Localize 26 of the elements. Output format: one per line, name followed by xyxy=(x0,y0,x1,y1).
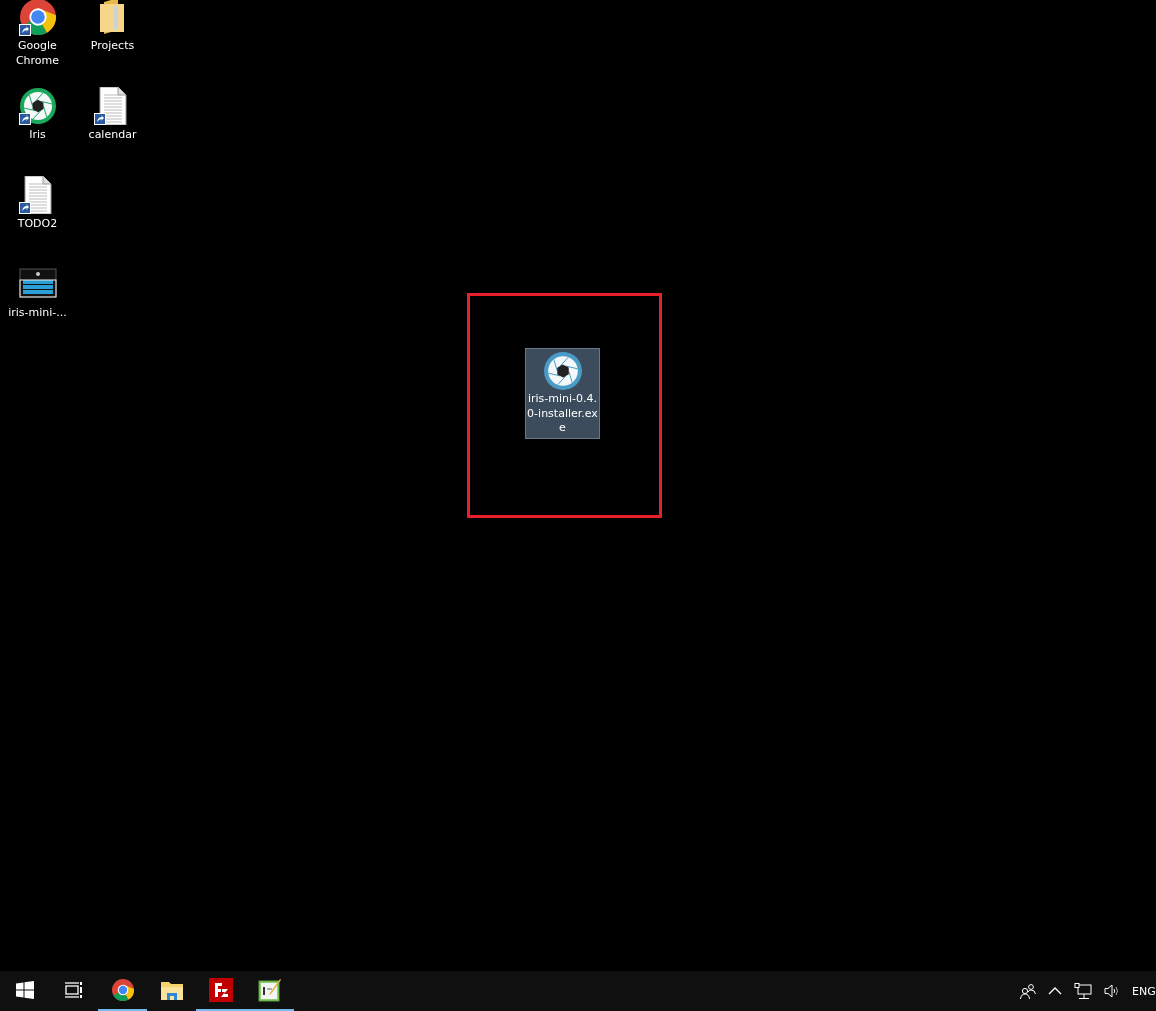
folder-icon xyxy=(159,979,184,1001)
icon-label: calendar xyxy=(87,127,138,142)
desktop-icon[interactable]: iris-mini-0.4.0-installer.exe xyxy=(525,348,600,439)
icon-label: Iris xyxy=(28,127,47,142)
icon-label: Projects xyxy=(89,38,136,53)
browser-logo-icon xyxy=(110,978,135,1002)
icon-label: Google Chrome xyxy=(14,38,61,68)
filezilla-logo-icon xyxy=(208,978,233,1002)
desktop-icon[interactable]: Google Chrome xyxy=(0,0,75,81)
volume-icon[interactable] xyxy=(1104,984,1120,998)
icon-label: iris-mini-... xyxy=(7,305,68,320)
icon-label: TODO2 xyxy=(16,216,59,231)
notepad-icon xyxy=(257,978,282,1002)
icon-label: iris-mini-0.4.0-installer.exe xyxy=(526,392,599,436)
desktop-icon[interactable]: calendar xyxy=(75,81,150,170)
task-view-icon xyxy=(64,982,83,998)
start-icon xyxy=(15,981,34,999)
desktop-icon[interactable]: TODO2 xyxy=(0,170,75,259)
chevron-up-icon[interactable] xyxy=(1048,987,1062,995)
network-icon[interactable] xyxy=(1074,983,1092,999)
desktop-icon[interactable]: Projects xyxy=(75,0,150,81)
desktop-icon[interactable]: Iris xyxy=(0,81,75,170)
aperture-icon xyxy=(542,351,583,391)
language-indicator[interactable]: ENG xyxy=(1132,984,1156,998)
desktop-icon[interactable]: iris-mini-... xyxy=(0,259,75,348)
people-icon[interactable] xyxy=(1020,983,1036,999)
